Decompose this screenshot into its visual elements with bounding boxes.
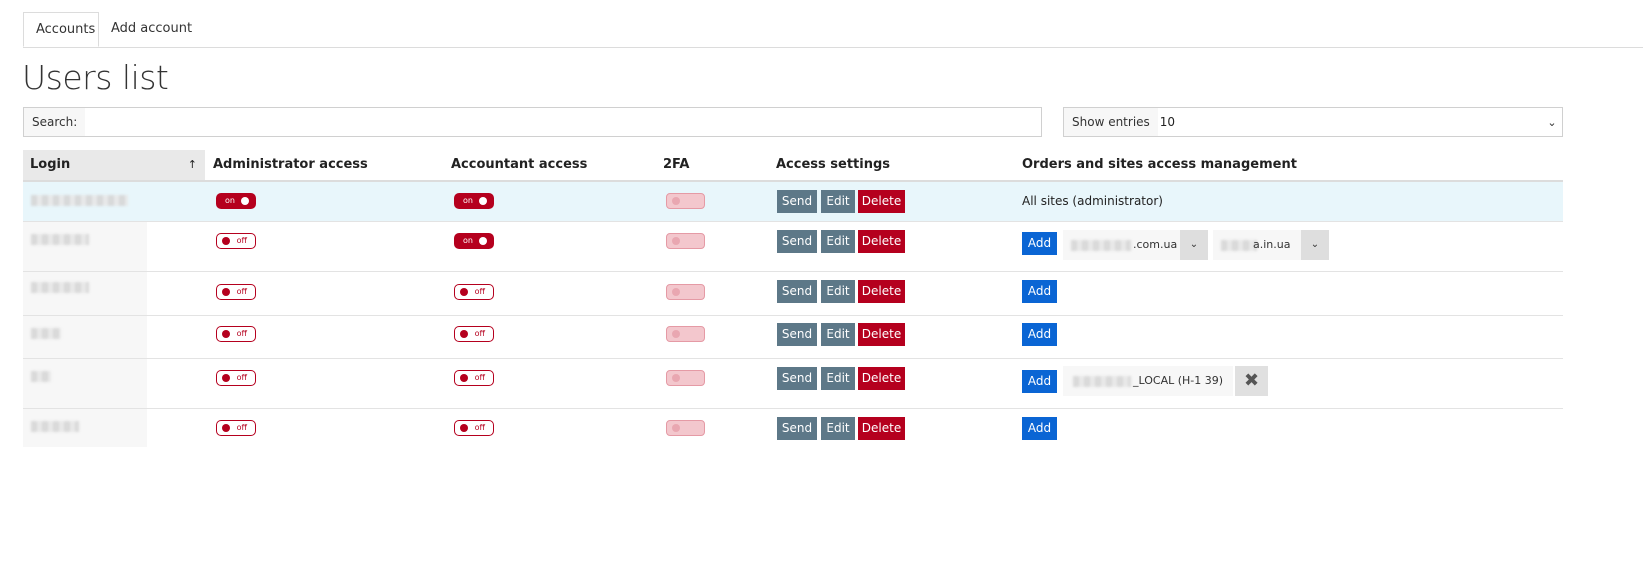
redacted-login <box>31 195 128 206</box>
order-chip: _LOCAL (H-1 39) <box>1063 366 1233 396</box>
column-header-login[interactable]: Login ↑ <box>23 150 205 180</box>
redacted-order <box>1073 376 1131 387</box>
redacted-login <box>31 421 79 432</box>
redacted-site <box>1071 240 1131 251</box>
chevron-down-icon: ⌄ <box>1547 115 1557 129</box>
admin-access-toggle[interactable]: off <box>216 370 256 386</box>
login-cell <box>23 222 147 271</box>
delete-button[interactable]: Delete <box>858 417 905 440</box>
twofa-toggle[interactable] <box>666 284 705 300</box>
close-icon[interactable]: ✖ <box>1235 366 1268 396</box>
login-cell <box>23 359 147 408</box>
delete-button[interactable]: Delete <box>858 190 905 213</box>
column-header-2fa[interactable]: 2FA <box>663 150 690 180</box>
table-row: off off Send Edit Delete Add <box>23 272 1563 316</box>
column-header-admin[interactable]: Administrator access <box>213 150 368 180</box>
delete-button[interactable]: Delete <box>858 323 905 346</box>
accountant-access-toggle[interactable]: off <box>454 326 494 342</box>
site-name: .com.ua <box>1133 238 1178 251</box>
send-button[interactable]: Send <box>777 417 817 440</box>
show-entries-select[interactable]: Show entries 10 ⌄ <box>1063 107 1563 137</box>
delete-button[interactable]: Delete <box>858 280 905 303</box>
send-button[interactable]: Send <box>777 323 817 346</box>
accountant-access-toggle[interactable]: off <box>454 284 494 300</box>
twofa-toggle[interactable] <box>666 326 705 342</box>
search-box: Search: <box>23 107 1042 137</box>
add-site-button[interactable]: Add <box>1022 323 1057 346</box>
twofa-toggle[interactable] <box>666 233 705 249</box>
table-row: off off Send Edit Delete Add <box>23 316 1563 359</box>
table-header: Login ↑ Administrator access Accountant … <box>23 150 1563 182</box>
table-row: off off Send Edit Delete Add _LOCAL (H-1… <box>23 359 1563 409</box>
edit-button[interactable]: Edit <box>821 323 855 346</box>
column-header-orders[interactable]: Orders and sites access management <box>1022 150 1297 180</box>
delete-button[interactable]: Delete <box>858 230 905 253</box>
edit-button[interactable]: Edit <box>821 367 855 390</box>
add-site-button[interactable]: Add <box>1022 232 1057 255</box>
edit-button[interactable]: Edit <box>821 417 855 440</box>
chevron-down-icon[interactable]: ⌄ <box>1301 230 1329 260</box>
redacted-login <box>31 282 89 293</box>
send-button[interactable]: Send <box>777 367 817 390</box>
column-header-access-settings[interactable]: Access settings <box>776 150 890 180</box>
send-button[interactable]: Send <box>777 280 817 303</box>
order-name: _LOCAL (H-1 39) <box>1133 374 1224 387</box>
delete-button[interactable]: Delete <box>858 367 905 390</box>
twofa-toggle[interactable] <box>666 193 705 209</box>
table-row: off on Send Edit Delete Add .com.ua ⌄ a.… <box>23 222 1563 272</box>
tab-accounts[interactable]: Accounts <box>23 12 99 47</box>
site-name: a.in.ua <box>1253 238 1291 251</box>
admin-access-toggle[interactable]: off <box>216 233 256 249</box>
edit-button[interactable]: Edit <box>821 190 855 213</box>
admin-access-toggle[interactable]: off <box>216 284 256 300</box>
edit-button[interactable]: Edit <box>821 230 855 253</box>
show-entries-label: Show entries <box>1064 108 1158 136</box>
redacted-site <box>1221 240 1257 251</box>
chevron-down-icon[interactable]: ⌄ <box>1180 230 1208 260</box>
column-header-accountant[interactable]: Accountant access <box>451 150 587 180</box>
search-label: Search: <box>24 108 86 136</box>
add-order-button[interactable]: Add <box>1022 370 1057 393</box>
accountant-access-toggle[interactable]: off <box>454 370 494 386</box>
redacted-login <box>31 371 51 382</box>
show-entries-value: 10 <box>1159 115 1176 129</box>
admin-access-toggle[interactable]: off <box>216 420 256 436</box>
login-cell <box>23 272 147 315</box>
site-selector[interactable]: .com.ua ⌄ <box>1063 230 1208 260</box>
accountant-access-toggle[interactable]: off <box>454 420 494 436</box>
add-site-button[interactable]: Add <box>1022 280 1057 303</box>
redacted-login <box>31 234 89 245</box>
site-selector[interactable]: a.in.ua ⌄ <box>1213 230 1329 260</box>
accountant-access-toggle[interactable]: on <box>454 193 494 209</box>
redacted-login <box>31 328 61 339</box>
admin-access-toggle[interactable]: off <box>216 326 256 342</box>
column-header-login-label: Login <box>30 157 71 172</box>
send-button[interactable]: Send <box>777 190 817 213</box>
table-row: off off Send Edit Delete Add <box>23 409 1563 447</box>
all-sites-text: All sites (administrator) <box>1022 194 1163 208</box>
edit-button[interactable]: Edit <box>821 280 855 303</box>
accountant-access-toggle[interactable]: on <box>454 233 494 249</box>
add-site-button[interactable]: Add <box>1022 417 1057 440</box>
tab-add-account[interactable]: Add account <box>99 12 204 47</box>
page-title: Users list <box>22 58 169 97</box>
tab-bar: Accounts Add account <box>23 12 1643 48</box>
twofa-toggle[interactable] <box>666 370 705 386</box>
table-row: on on Send Edit Delete All sites (admini… <box>23 182 1563 222</box>
sort-arrow-icon: ↑ <box>187 158 197 171</box>
search-input[interactable] <box>85 108 1041 136</box>
admin-access-toggle[interactable]: on <box>216 193 256 209</box>
twofa-toggle[interactable] <box>666 420 705 436</box>
send-button[interactable]: Send <box>777 230 817 253</box>
